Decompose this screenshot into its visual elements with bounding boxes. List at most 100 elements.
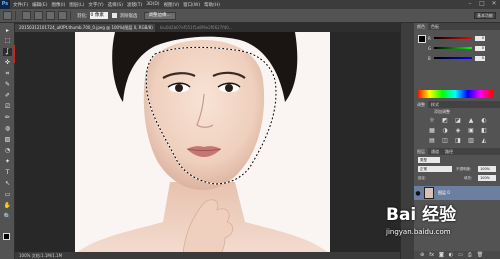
slider-b-label: B [428,55,431,61]
invert-icon[interactable]: ▤ [428,138,436,144]
brush-tool-icon[interactable]: ⎚ [3,103,12,111]
slider-b-track[interactable] [434,57,472,59]
zoom-tool-icon[interactable]: 🔍 [3,213,12,221]
slider-r-value[interactable]: 0 [475,35,485,41]
new-selection-icon[interactable] [22,11,31,20]
history-brush-tool-icon[interactable]: ◍ [3,125,12,133]
minimize-icon[interactable]: – [467,1,473,7]
gradient-tool-icon[interactable]: ◔ [3,147,12,155]
layer-kind-filter[interactable]: 类型 [418,157,440,163]
menu-3d[interactable]: 3D(D) [146,2,159,8]
gradient-map-icon[interactable]: ▥ [467,138,475,144]
document-tab-active[interactable]: 20150312101724_uKfPt.thumb.700_0.jpeg @ … [15,24,155,32]
close-icon[interactable]: ✕ [491,1,497,7]
healing-tool-icon[interactable]: ✐ [3,92,12,100]
black-white-icon[interactable]: ◈ [454,128,462,134]
type-tool-icon[interactable]: T [3,169,12,177]
selective-color-icon[interactable]: ◭ [480,138,488,144]
blend-mode-select[interactable]: 正常 [418,166,452,172]
slider-g-track[interactable] [434,47,472,49]
layer-row[interactable]: ● 图层 0 [414,186,500,200]
threshold-icon[interactable]: ◨ [454,138,462,144]
posterize-icon[interactable]: ◫ [441,138,449,144]
opacity-input[interactable]: 100% [478,166,496,172]
options-bar: 羽化: 0 像素 消除锯齿 调整边缘... 基本功能 [0,9,500,23]
portrait-image [75,32,330,254]
hand-tool-icon[interactable]: ✋ [3,202,12,210]
tab-styles[interactable]: 样式 [428,101,442,108]
tab-adjustments[interactable]: 调整 [414,101,428,108]
shape-tool-icon[interactable]: ▭ [3,191,12,199]
exposure-icon[interactable]: ▲ [467,118,475,124]
eraser-tool-icon[interactable]: ▨ [3,136,12,144]
tab-layers[interactable]: 图层 [414,148,428,155]
foreground-color-swatch[interactable] [3,233,10,240]
menu-bar: Ps 文件(F) 编辑(E) 图像(I) 图层(L) 文字(Y) 选择(S) 滤… [0,0,500,9]
menu-file[interactable]: 文件(F) [13,2,28,8]
lock-label: 锁定: [418,176,427,180]
color-balance-icon[interactable]: ◑ [441,128,449,134]
slider-g[interactable]: G 0 [428,45,485,51]
slider-g-label: G [428,45,432,51]
tab-color[interactable]: 颜色 [414,23,428,30]
color-panel-swatch[interactable] [418,35,426,43]
eye-icon[interactable]: ● [414,190,422,197]
vibrance-icon[interactable]: ◐ [480,118,488,124]
layer-thumbnail [424,187,434,199]
slider-g-value[interactable]: 0 [475,45,485,51]
menu-view[interactable]: 视图(V) [164,2,180,8]
refine-edge-button[interactable]: 调整边缘... [143,11,176,20]
slider-b-value[interactable]: 0 [475,55,485,61]
adjust-panel-title: 添加调整 [434,109,450,114]
feather-input[interactable]: 0 像素 [89,12,108,19]
levels-icon[interactable]: ◩ [441,118,449,124]
tab-swatches[interactable]: 色板 [428,23,442,30]
menu-help[interactable]: 帮助(H) [204,2,220,8]
layer-name[interactable]: 图层 0 [438,190,450,196]
slider-r-track[interactable] [434,37,472,39]
brightness-icon[interactable]: ☼ [428,118,436,124]
lasso-tool-icon[interactable]: ʆ [3,48,12,56]
lasso-preset-icon[interactable] [3,11,12,20]
image-canvas[interactable] [75,32,330,254]
add-selection-icon[interactable] [34,11,43,20]
intersect-selection-icon[interactable] [58,11,67,20]
color-swatches[interactable] [3,233,13,243]
menu-select[interactable]: 选择(S) [108,2,123,8]
clone-stamp-tool-icon[interactable]: ✏ [3,114,12,122]
curves-icon[interactable]: ◪ [454,118,462,124]
move-tool-icon[interactable]: ▸ [3,27,12,35]
photo-filter-icon[interactable]: ▣ [467,128,475,134]
hue-saturation-icon[interactable]: ▦ [428,128,436,134]
dodge-tool-icon[interactable]: ✦ [3,158,12,166]
menu-image[interactable]: 图像(I) [51,2,65,8]
subtract-selection-icon[interactable] [46,11,55,20]
menu-filter[interactable]: 滤镜(T) [127,2,142,8]
path-select-tool-icon[interactable]: ↖ [3,180,12,188]
antialias-checkbox[interactable] [111,13,117,18]
fill-input[interactable]: 100% [478,175,496,181]
quick-select-tool-icon[interactable]: ✜ [3,59,12,67]
menu-layer[interactable]: 图层(L) [69,2,84,8]
divider [70,11,71,20]
marquee-tool-icon[interactable]: ⬚ [3,37,12,45]
opacity-label: 不透明度: [456,167,472,171]
menu-edit[interactable]: 编辑(E) [32,2,47,8]
watermark-url: jingyan.baidu.com [386,228,451,236]
slider-r[interactable]: R 0 [428,35,485,41]
color-panel-tabs: 颜色 色板 [414,23,500,30]
tab-channels[interactable]: 通道 [428,148,442,155]
menu-type[interactable]: 文字(Y) [88,2,103,8]
adjustment-icons: ☼ ◩ ◪ ▲ ◐ ▦ ◑ ◈ ▣ ◧ ▤ ◫ ◨ ▥ ◭ [428,118,488,144]
menu-window[interactable]: 窗口(W) [183,2,200,8]
crop-tool-icon[interactable]: ⌗ [3,70,12,78]
channel-mixer-icon[interactable]: ◧ [480,128,488,134]
fill-label: 填充: [464,176,473,180]
document-tab-inactive[interactable]: kiu0d2b07ef551f5a8f9e2f6627fd0... [156,24,296,32]
workspace-select[interactable]: 基本功能 [474,12,496,19]
color-spectrum[interactable] [417,90,493,98]
tab-paths[interactable]: 路径 [442,148,456,155]
maximize-icon[interactable]: □ [479,1,485,7]
eyedropper-tool-icon[interactable]: ✎ [3,81,12,89]
slider-b[interactable]: B 0 [428,55,485,61]
